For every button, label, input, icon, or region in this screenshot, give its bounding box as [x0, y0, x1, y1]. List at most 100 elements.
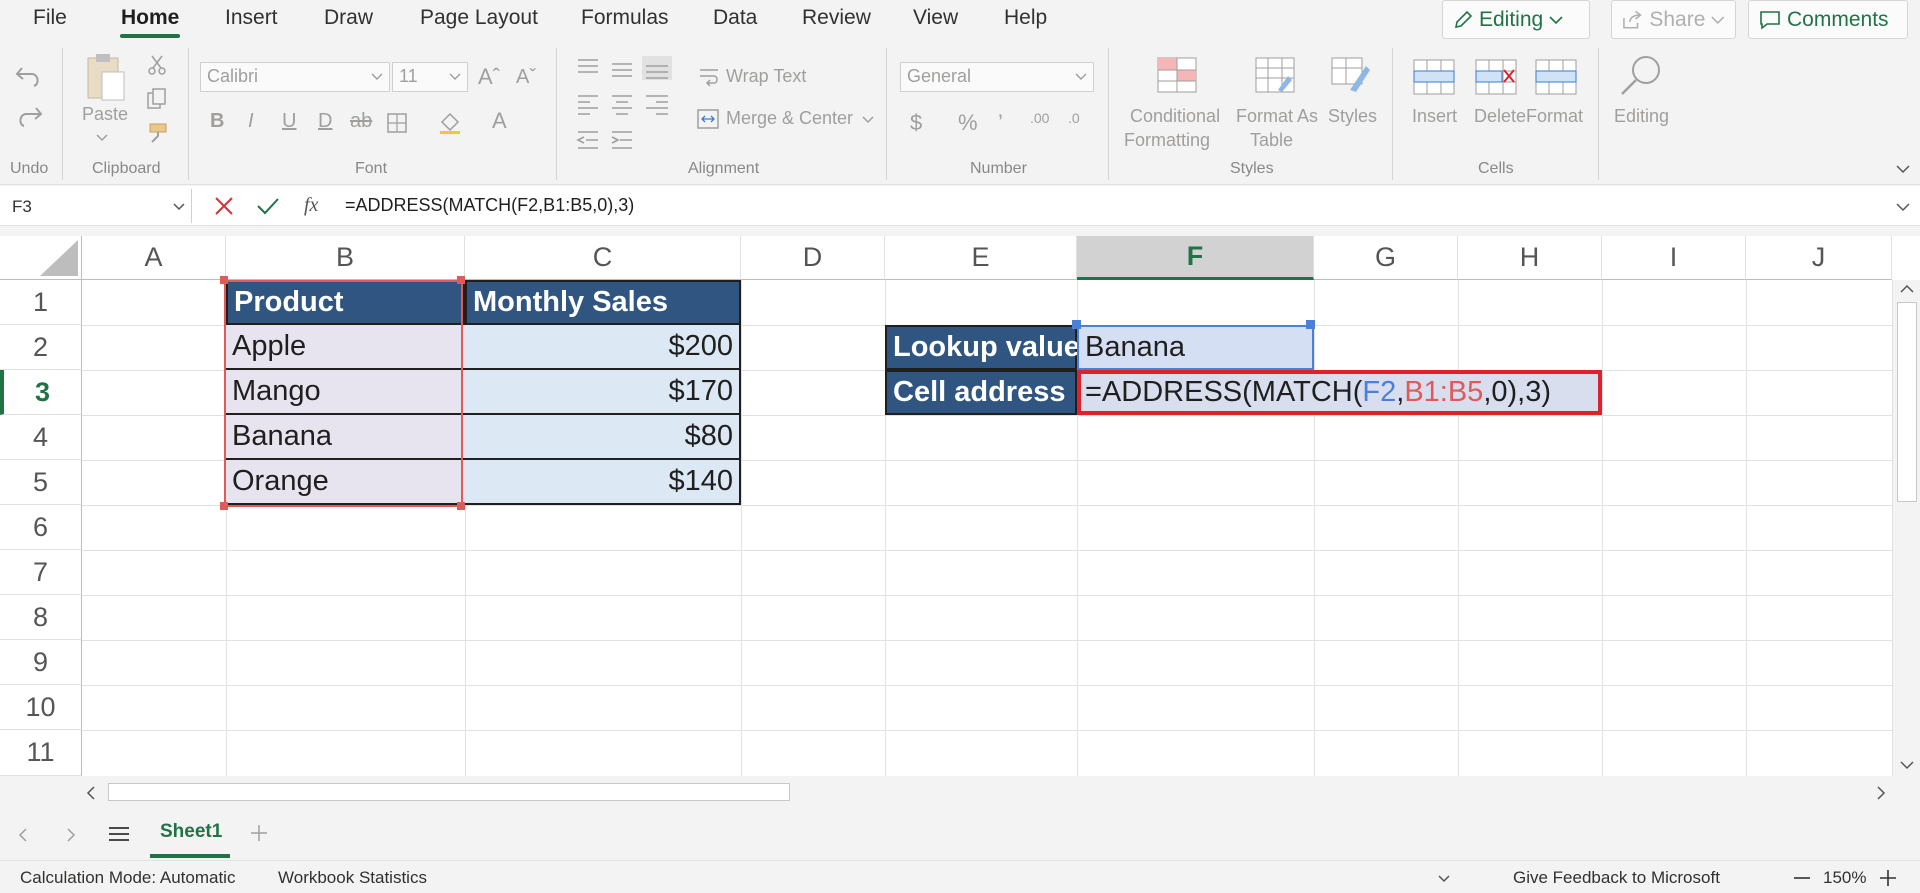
vertical-scrollbar[interactable] — [1892, 280, 1920, 776]
cell-f2[interactable]: Banana — [1077, 325, 1314, 370]
previous-sheet-icon[interactable] — [18, 828, 28, 842]
row-header-7[interactable]: 7 — [0, 550, 82, 595]
wrap-text-label[interactable]: Wrap Text — [726, 66, 806, 87]
format-painter-icon[interactable] — [146, 122, 170, 144]
range-handle[interactable] — [457, 502, 465, 510]
tab-insert[interactable]: Insert — [225, 6, 278, 30]
copy-icon[interactable] — [146, 88, 168, 110]
horizontal-scrollbar[interactable] — [82, 780, 1890, 804]
italic-icon[interactable]: I — [248, 110, 254, 133]
cell-c3[interactable]: $170 — [465, 370, 741, 415]
column-header-f[interactable]: F — [1077, 236, 1314, 280]
tab-formulas[interactable]: Formulas — [581, 6, 669, 30]
wrap-text-icon[interactable] — [698, 66, 720, 88]
format-cells-icon[interactable] — [1534, 58, 1578, 96]
decrease-font-icon[interactable]: Aˇ — [516, 66, 536, 89]
cell-e2[interactable]: Lookup value — [885, 325, 1080, 370]
column-header-b[interactable]: B — [226, 236, 465, 280]
tab-review[interactable]: Review — [802, 6, 871, 30]
range-handle[interactable] — [457, 276, 465, 284]
currency-icon[interactable]: $ — [910, 110, 922, 136]
formula-input[interactable]: =ADDRESS(MATCH(F2,B1:B5,0),3) — [345, 195, 634, 216]
row-header-4[interactable]: 4 — [0, 415, 82, 460]
insert-function-icon[interactable]: fx — [304, 194, 318, 217]
font-size-dropdown[interactable]: 11 — [392, 62, 468, 92]
insert-label[interactable]: Insert — [1412, 106, 1457, 127]
strikethrough-icon[interactable]: ab — [350, 110, 372, 133]
workbook-statistics[interactable]: Workbook Statistics — [278, 868, 427, 888]
column-header-h[interactable]: H — [1458, 236, 1602, 280]
column-header-e[interactable]: E — [885, 236, 1077, 280]
styles-label[interactable]: Styles — [1328, 106, 1377, 127]
indent-icons[interactable] — [576, 128, 636, 152]
share-button[interactable]: Share — [1611, 0, 1736, 39]
format-as-table-label-1[interactable]: Format As — [1236, 106, 1318, 127]
expand-formula-bar-icon[interactable] — [1896, 202, 1910, 212]
paste-icon[interactable] — [82, 50, 128, 106]
range-handle[interactable] — [1306, 320, 1315, 329]
increase-decimal-icon[interactable]: .00 — [1030, 110, 1049, 126]
range-handle[interactable] — [220, 276, 228, 284]
underline-icon[interactable]: U — [282, 110, 296, 133]
column-header-a[interactable]: A — [82, 236, 226, 280]
fill-color-icon[interactable] — [438, 112, 464, 134]
zoom-in-icon[interactable] — [1880, 870, 1896, 886]
scroll-left-icon[interactable] — [86, 786, 96, 800]
cell-c5[interactable]: $140 — [465, 460, 741, 505]
editing-mode-button[interactable]: Editing — [1442, 0, 1590, 39]
tab-file[interactable]: File — [33, 6, 67, 30]
cut-icon[interactable] — [146, 54, 168, 76]
vertical-align-icons[interactable] — [576, 56, 676, 80]
paste-label[interactable]: Paste — [82, 104, 128, 125]
tab-view[interactable]: View — [913, 6, 958, 30]
row-header-3[interactable]: 3 — [0, 370, 82, 415]
cancel-icon[interactable] — [214, 196, 234, 216]
column-header-i[interactable]: I — [1602, 236, 1746, 280]
delete-cells-icon[interactable] — [1474, 58, 1518, 96]
cell-b3[interactable]: Mango — [226, 370, 465, 415]
cell-styles-icon[interactable] — [1330, 56, 1372, 94]
collapse-ribbon-icon[interactable] — [1896, 164, 1910, 174]
conditional-formatting-label-1[interactable]: Conditional — [1130, 106, 1220, 127]
merge-center-label[interactable]: Merge & Center — [726, 108, 853, 129]
column-header-d[interactable]: D — [741, 236, 885, 280]
conditional-formatting-label-2[interactable]: Formatting — [1124, 130, 1210, 151]
tab-home[interactable]: Home — [121, 6, 179, 30]
horizontal-scroll-thumb[interactable] — [108, 783, 790, 801]
row-header-6[interactable]: 6 — [0, 505, 82, 550]
font-name-dropdown[interactable]: Calibri — [200, 62, 390, 92]
column-header-j[interactable]: J — [1746, 236, 1892, 280]
comma-style-icon[interactable]: ’ — [998, 110, 1003, 136]
cell-c4[interactable]: $80 — [465, 415, 741, 460]
scroll-up-icon[interactable] — [1900, 284, 1914, 294]
cell-c2[interactable]: $200 — [465, 325, 741, 370]
number-format-dropdown[interactable]: General — [900, 62, 1094, 92]
scroll-right-icon[interactable] — [1876, 786, 1886, 800]
comments-button[interactable]: Comments — [1748, 0, 1908, 39]
row-header-11[interactable]: 11 — [0, 730, 82, 776]
search-icon[interactable] — [1618, 52, 1664, 98]
enter-icon[interactable] — [256, 196, 280, 216]
give-feedback-link[interactable]: Give Feedback to Microsoft — [1513, 868, 1720, 888]
format-as-table-icon[interactable] — [1254, 56, 1296, 94]
select-all-corner[interactable] — [0, 236, 82, 280]
merge-center-icon[interactable] — [696, 108, 720, 130]
zoom-out-icon[interactable] — [1794, 876, 1810, 880]
insert-cells-icon[interactable] — [1412, 58, 1456, 96]
cell-b1[interactable]: Product — [226, 280, 465, 325]
sheet-tab-sheet1[interactable]: Sheet1 — [150, 808, 230, 858]
increase-font-icon[interactable]: Aˆ — [478, 64, 500, 90]
conditional-formatting-icon[interactable] — [1156, 56, 1198, 94]
tab-help[interactable]: Help — [1004, 6, 1047, 30]
tab-data[interactable]: Data — [713, 6, 757, 30]
cell-b4[interactable]: Banana — [226, 415, 465, 460]
chevron-down-icon[interactable] — [1438, 875, 1450, 883]
row-header-1[interactable]: 1 — [0, 280, 82, 325]
cell-f3-editor[interactable]: =ADDRESS(MATCH(F2, B1:B5,0),3) — [1077, 370, 1602, 415]
column-header-c[interactable]: C — [465, 236, 741, 280]
format-as-table-label-2[interactable]: Table — [1250, 130, 1293, 151]
editing-ribbon-label[interactable]: Editing — [1614, 106, 1669, 127]
cell-b2[interactable]: Apple — [226, 325, 465, 370]
add-sheet-icon[interactable] — [250, 824, 268, 842]
format-label[interactable]: Format — [1526, 106, 1583, 127]
